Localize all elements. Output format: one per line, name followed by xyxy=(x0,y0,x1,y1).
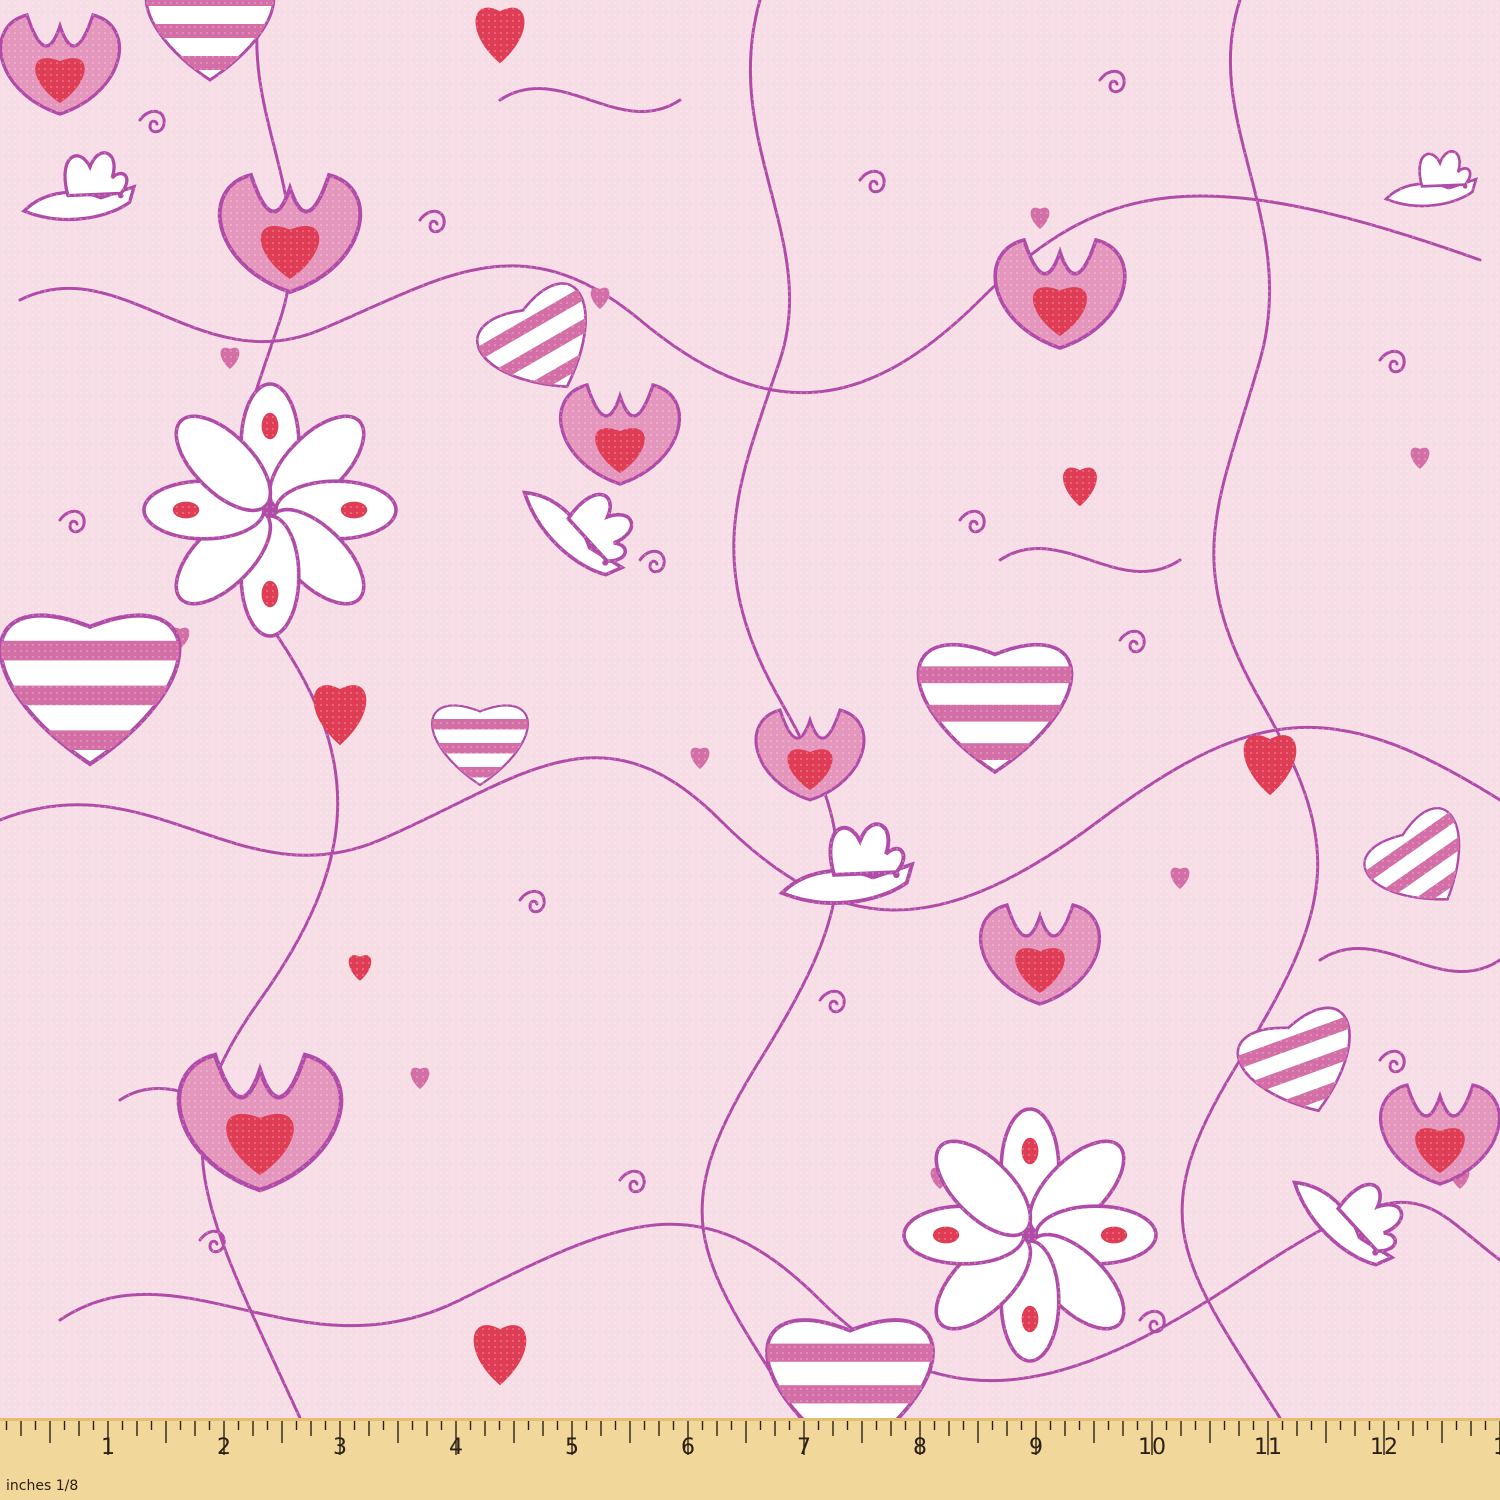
ruler-number: 11 xyxy=(1254,1435,1282,1460)
ruler-number: 2 xyxy=(217,1435,231,1460)
ruler-number: 6 xyxy=(681,1435,695,1460)
ruler-number: 12 xyxy=(1370,1435,1398,1460)
product-image: 1234567891011121 inches 1/8 xyxy=(0,0,1500,1500)
ruler-number: 10 xyxy=(1138,1435,1166,1460)
ruler-unit-label: inches 1/8 xyxy=(6,1478,78,1494)
ruler-number: 3 xyxy=(333,1435,347,1460)
ruler-number: 5 xyxy=(565,1435,579,1460)
measuring-ruler: 1234567891011121 inches 1/8 xyxy=(0,1418,1500,1500)
ruler-number: 4 xyxy=(449,1435,463,1460)
ruler-number: 9 xyxy=(1029,1435,1043,1460)
fabric-pattern xyxy=(0,0,1500,1418)
ruler-number: 1 xyxy=(1493,1435,1500,1460)
ruler-number: 1 xyxy=(101,1435,115,1460)
ruler-number: 8 xyxy=(913,1435,927,1460)
ruler-number: 7 xyxy=(797,1435,811,1460)
